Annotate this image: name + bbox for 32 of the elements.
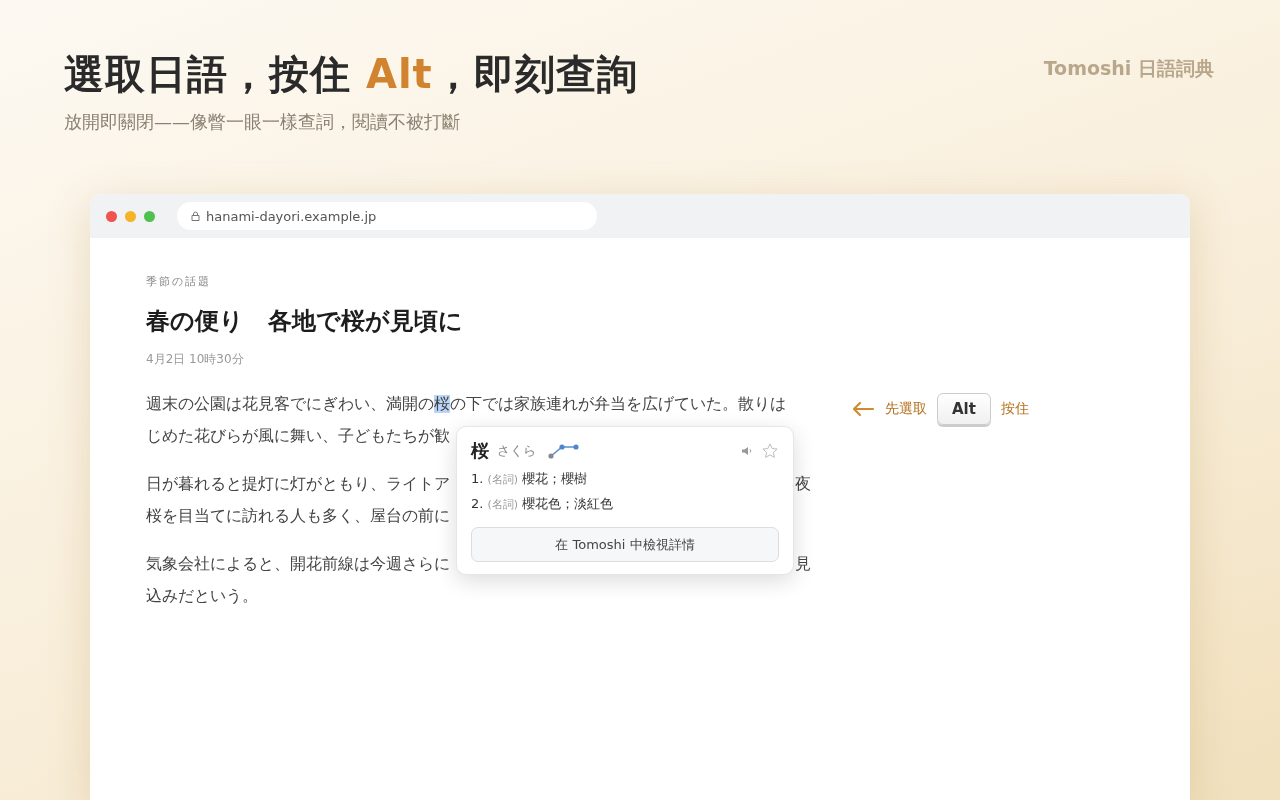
headline: 選取日語，按住 Alt，即刻查詢 (64, 50, 638, 99)
entry-word: 桜 (471, 439, 489, 463)
pitch-accent-icon (548, 443, 580, 459)
definition-line: 2. (名詞) 櫻花色；淡紅色 (471, 495, 615, 513)
article-text: じめた花びらが風に舞い、子どもたちが歓 (146, 425, 450, 447)
lock-icon (191, 211, 200, 221)
article-text: 週末の公園は花見客でにぎわい、満開の桜の下では家族連れが弁当を広げていた。散りは (146, 393, 786, 415)
category-label: 季節の話題 (146, 274, 212, 289)
hint-text: 先選取 (885, 400, 927, 418)
brand-name: Tomoshi 日語詞典 (1043, 56, 1214, 81)
article-text: 込みだという。 (146, 585, 258, 607)
details-button[interactable]: 在 Tomoshi 中檢視詳情 (471, 527, 779, 562)
entry-reading: さくら (497, 442, 536, 460)
minimize-dot[interactable] (125, 210, 136, 222)
article-text: 桜を目当てに訪れる人も多く、屋台の前に (146, 505, 450, 527)
article-text: 日が暮れると提灯に灯がともり、ライトア (146, 473, 450, 495)
subtitle: 放開即關閉——像瞥一眼一樣查詞，閱讀不被打斷 (64, 110, 461, 134)
speaker-icon[interactable] (741, 446, 753, 456)
article-text: 見 (795, 553, 811, 575)
close-dot[interactable] (106, 210, 117, 222)
left-arrow-icon (851, 401, 875, 417)
definition-line: 1. (名詞) 櫻花；櫻樹 (471, 470, 589, 488)
article-date: 4月2日 10時30分 (146, 351, 245, 368)
hint-text: 按住 (1000, 400, 1029, 418)
article-text: 気象会社によると、開花前線は今週さらに (146, 553, 450, 575)
zoom-dot[interactable] (144, 210, 155, 222)
star-icon[interactable] (761, 442, 779, 460)
article-title: 春の便り 各地で桜が見頃に (146, 306, 464, 337)
address-bar[interactable]: hanami-dayori.example.jp (177, 202, 597, 230)
article-text: 夜 (795, 473, 811, 495)
url-text: hanami-dayori.example.jp (206, 208, 377, 224)
alt-key: Alt (937, 393, 991, 425)
